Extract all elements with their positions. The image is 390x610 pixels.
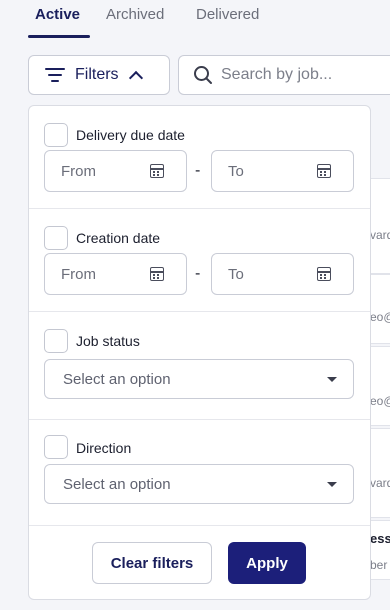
tab-delivered[interactable]: Delivered [196,6,259,23]
delivery-due-date-checkbox[interactable] [44,123,68,147]
creation-date-checkbox[interactable] [44,226,68,250]
delivery-from-input[interactable]: From [44,150,187,192]
filter-icon [45,67,65,83]
direction-placeholder: Select an option [63,476,171,493]
filters-button[interactable]: Filters [28,55,170,95]
job-status-section: Job status Select an option [29,312,370,420]
delivery-to-placeholder: To [228,163,244,180]
caret-down-icon [327,377,337,382]
date-range-separator: - [195,265,201,282]
calendar-icon[interactable] [317,267,331,281]
creation-date-label: Creation date [76,230,161,246]
direction-checkbox[interactable] [44,435,68,459]
filters-panel: Delivery due date From - To Creation dat… [28,105,371,600]
background-row [371,178,390,274]
search-icon [194,66,212,84]
background-text: eo@ [370,394,390,408]
background-row [371,346,390,426]
delivery-to-input[interactable]: To [211,150,354,192]
chevron-up-icon [128,70,143,85]
creation-date-section: Creation date From - To [29,209,370,312]
background-text: vard [370,476,390,490]
calendar-icon[interactable] [150,267,164,281]
tab-active[interactable]: Active [35,6,80,23]
creation-to-placeholder: To [228,266,244,283]
direction-label: Direction [76,440,132,456]
background-text: vard [370,228,390,242]
job-status-label: Job status [76,333,140,349]
delivery-due-date-section: Delivery due date From - To [29,106,370,209]
background-text: eo@ [370,310,390,324]
direction-select[interactable]: Select an option [44,464,354,504]
background-row [371,274,390,344]
calendar-icon[interactable] [317,164,331,178]
delivery-from-placeholder: From [61,163,96,180]
calendar-icon[interactable] [150,164,164,178]
apply-button[interactable]: Apply [228,542,306,584]
creation-from-placeholder: From [61,266,96,283]
search-box [178,55,390,95]
background-text: ess [370,531,390,546]
background-text: ber [370,558,388,572]
job-status-select[interactable]: Select an option [44,359,354,399]
direction-section: Direction Select an option [29,420,370,526]
delivery-due-date-label: Delivery due date [76,127,185,143]
creation-from-input[interactable]: From [44,253,187,295]
tab-archived[interactable]: Archived [106,6,164,23]
clear-filters-button[interactable]: Clear filters [92,542,212,584]
search-input[interactable] [221,66,390,84]
active-tab-indicator [28,35,90,38]
tab-bar: Active Archived Delivered [0,0,390,40]
caret-down-icon [327,482,337,487]
job-status-checkbox[interactable] [44,329,68,353]
job-status-placeholder: Select an option [63,371,171,388]
creation-to-input[interactable]: To [211,253,354,295]
date-range-separator: - [195,162,201,179]
filters-button-label: Filters [75,66,119,83]
background-row [371,428,390,518]
